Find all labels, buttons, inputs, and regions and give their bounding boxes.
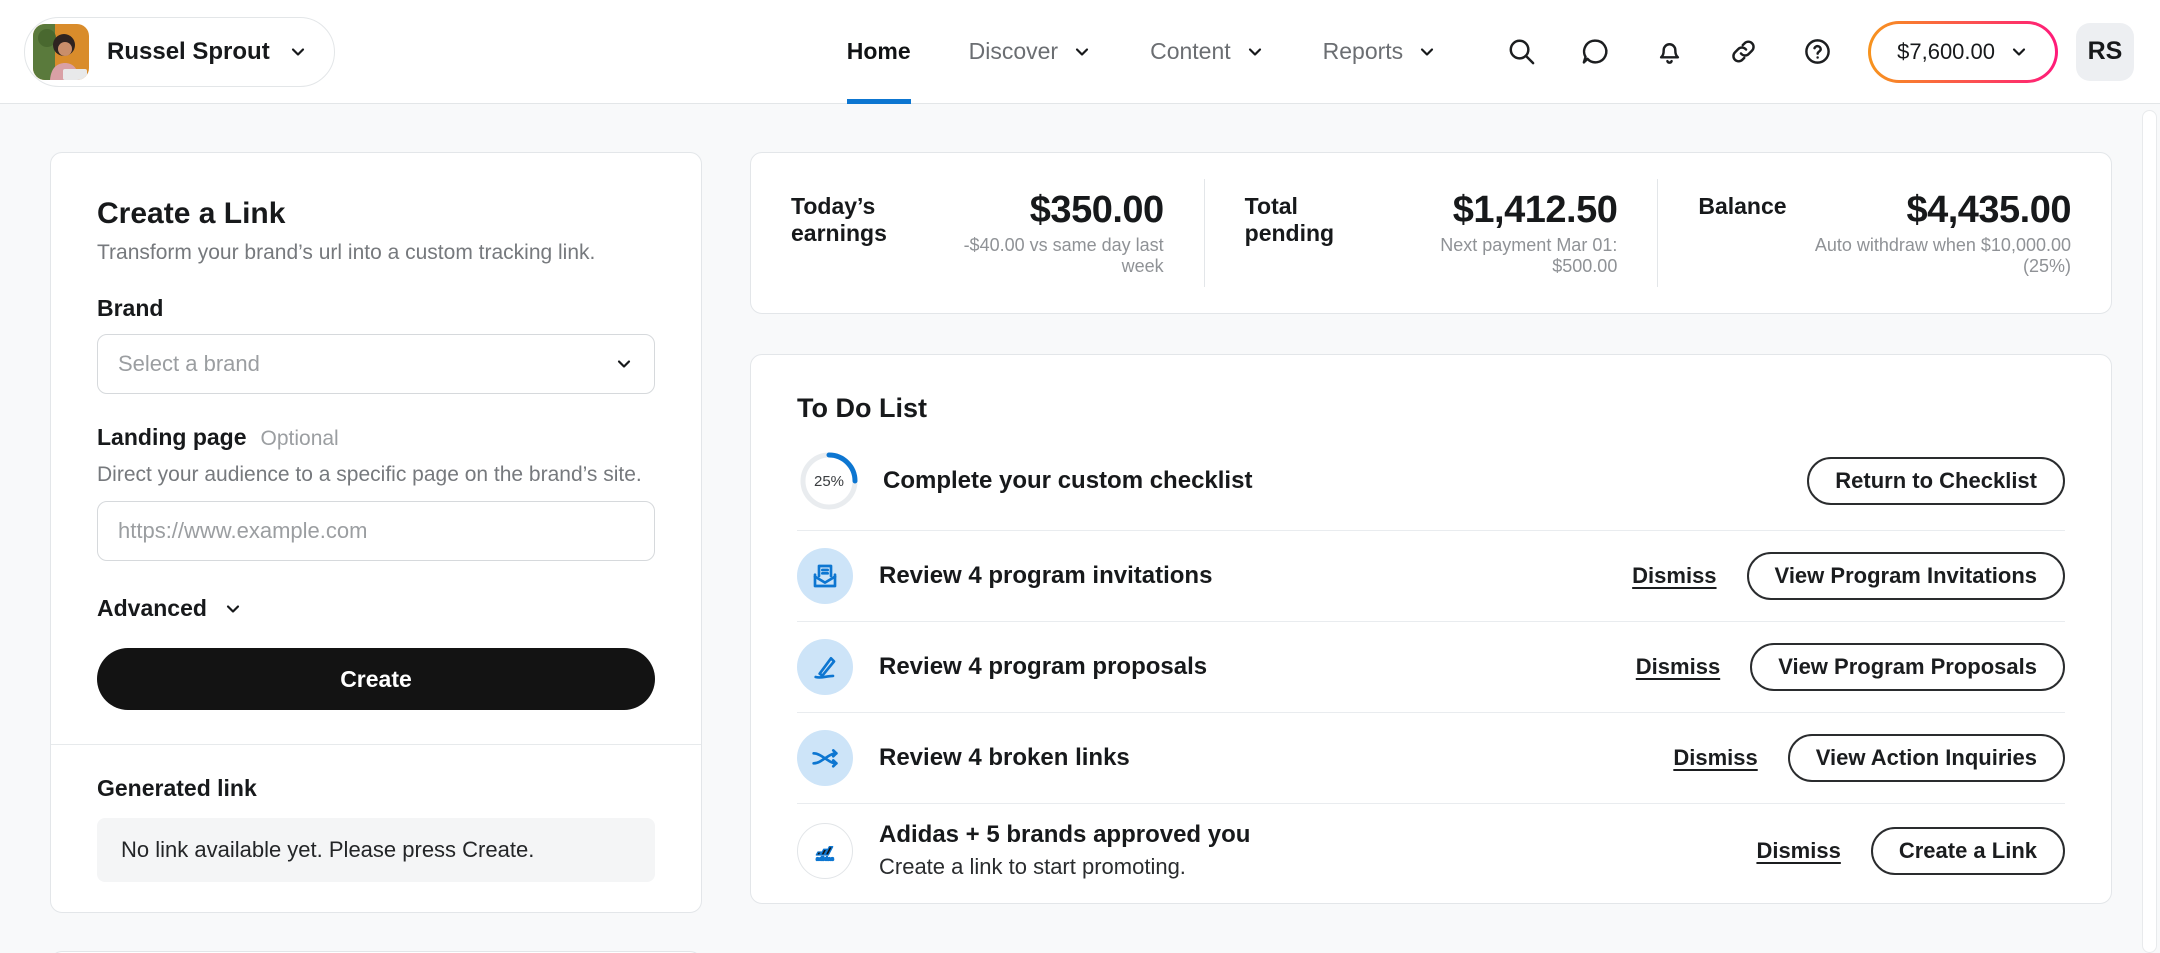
primary-nav: Home Discover Content Reports xyxy=(847,0,1437,104)
top-navigation-bar: Russel Sprout Home Discover Content Repo… xyxy=(0,0,2160,104)
view-action-inquiries-button[interactable]: View Action Inquiries xyxy=(1788,734,2065,782)
todo-row-checklist: 25% Complete your custom checklist Retur… xyxy=(797,432,2065,531)
view-program-invitations-button[interactable]: View Program Invitations xyxy=(1747,552,2065,600)
header-icon-group xyxy=(1504,35,1834,69)
program-invitation-icon xyxy=(797,548,853,604)
nav-tab-content[interactable]: Content xyxy=(1150,0,1265,104)
help-icon[interactable] xyxy=(1800,35,1834,69)
links-icon[interactable] xyxy=(1726,35,1760,69)
todo-row-broken-links: Review 4 broken links Dismiss View Actio… xyxy=(797,713,2065,804)
landing-page-label: Landing page Optional xyxy=(97,424,655,451)
todo-item-title: Adidas + 5 brands approved you xyxy=(879,821,1250,849)
create-button[interactable]: Create xyxy=(97,648,655,710)
nav-tab-reports[interactable]: Reports xyxy=(1323,0,1438,104)
chevron-down-icon xyxy=(614,354,634,374)
create-link-title: Create a Link xyxy=(97,197,655,231)
generated-link-title: Generated link xyxy=(97,775,655,802)
messages-icon[interactable] xyxy=(1578,35,1612,69)
stat-todays-earnings: Today’s earnings $350.00 -$40.00 vs same… xyxy=(751,179,1204,287)
todo-list-title: To Do List xyxy=(797,393,2065,424)
adidas-logo: adidas xyxy=(797,823,853,879)
stat-value: $350.00 xyxy=(951,189,1163,232)
account-name: Russel Sprout xyxy=(107,38,270,66)
optional-tag: Optional xyxy=(261,427,339,451)
page-scrollbar[interactable] xyxy=(2142,110,2157,953)
notifications-icon[interactable] xyxy=(1652,35,1686,69)
todo-row-invitations: Review 4 program invitations Dismiss Vie… xyxy=(797,531,2065,622)
user-initials-avatar[interactable]: RS xyxy=(2076,23,2134,81)
generated-link-empty-state: No link available yet. Please press Crea… xyxy=(97,818,655,882)
create-link-card: Create a Link Transform your brand’s url… xyxy=(50,152,702,913)
stat-label: Today’s earnings xyxy=(791,189,951,247)
checklist-progress-ring: 25% xyxy=(797,449,861,513)
create-link-subtitle: Transform your brand’s url into a custom… xyxy=(97,241,655,265)
generated-link-section: Generated link No link available yet. Pl… xyxy=(97,745,655,882)
svg-text:adidas: adidas xyxy=(816,856,834,862)
chevron-down-icon xyxy=(288,42,308,62)
todo-item-title: Review 4 program invitations xyxy=(879,562,1212,590)
chevron-down-icon xyxy=(2009,42,2029,62)
todo-row-proposals: Review 4 program proposals Dismiss View … xyxy=(797,622,2065,713)
return-to-checklist-button[interactable]: Return to Checklist xyxy=(1807,457,2065,505)
main-content: Create a Link Transform your brand’s url… xyxy=(0,104,2160,953)
balance-amount: $7,600.00 xyxy=(1897,39,1995,65)
chevron-down-icon xyxy=(223,599,243,619)
account-switcher[interactable]: Russel Sprout xyxy=(24,17,335,87)
search-icon[interactable] xyxy=(1504,35,1538,69)
todo-row-brand-approval: adidas Adidas + 5 brands approved you Cr… xyxy=(797,804,2065,897)
chevron-down-icon xyxy=(1417,42,1437,62)
account-avatar xyxy=(33,24,89,80)
create-a-link-button[interactable]: Create a Link xyxy=(1871,827,2065,875)
earnings-summary-card: Today’s earnings $350.00 -$40.00 vs same… xyxy=(750,152,2112,314)
nav-tab-discover[interactable]: Discover xyxy=(969,0,1092,104)
view-program-proposals-button[interactable]: View Program Proposals xyxy=(1750,643,2065,691)
dismiss-link[interactable]: Dismiss xyxy=(1673,745,1757,771)
stat-caption: Next payment Mar 01: $500.00 xyxy=(1385,235,1617,277)
stat-balance: Balance $4,435.00 Auto withdraw when $10… xyxy=(1657,179,2111,287)
landing-page-help: Direct your audience to a specific page … xyxy=(97,463,655,487)
landing-page-url-input[interactable] xyxy=(97,501,655,561)
left-column: Create a Link Transform your brand’s url… xyxy=(50,152,702,953)
advanced-toggle[interactable]: Advanced xyxy=(97,595,243,622)
dismiss-link[interactable]: Dismiss xyxy=(1756,838,1840,864)
todo-item-title: Complete your custom checklist xyxy=(883,467,1252,495)
chevron-down-icon xyxy=(1072,42,1092,62)
brand-select[interactable]: Select a brand xyxy=(97,334,655,394)
todo-list-card: To Do List 25% Complete your custom chec… xyxy=(750,354,2112,904)
stat-caption: Auto withdraw when $10,000.00 (25%) xyxy=(1787,235,2071,277)
dismiss-link[interactable]: Dismiss xyxy=(1636,654,1720,680)
broken-link-icon xyxy=(797,730,853,786)
brand-select-placeholder: Select a brand xyxy=(118,351,260,377)
chevron-down-icon xyxy=(1245,42,1265,62)
program-proposal-icon xyxy=(797,639,853,695)
todo-item-title: Review 4 program proposals xyxy=(879,653,1207,681)
stat-value: $1,412.50 xyxy=(1385,189,1617,232)
dismiss-link[interactable]: Dismiss xyxy=(1632,563,1716,589)
landing-page-block: Landing page Optional Direct your audien… xyxy=(97,424,655,561)
brand-field-label: Brand xyxy=(97,295,655,322)
right-column: Today’s earnings $350.00 -$40.00 vs same… xyxy=(750,152,2112,953)
nav-tab-home[interactable]: Home xyxy=(847,0,911,104)
todo-item-subtitle: Create a link to start promoting. xyxy=(879,854,1250,880)
active-tab-indicator xyxy=(847,99,911,104)
stat-caption: -$40.00 vs same day last week xyxy=(951,235,1163,277)
progress-percent-label: 25% xyxy=(797,449,861,513)
stat-total-pending: Total pending $1,412.50 Next payment Mar… xyxy=(1204,179,1658,287)
stat-label: Balance xyxy=(1698,189,1786,220)
stat-label: Total pending xyxy=(1245,189,1385,247)
todo-item-title: Review 4 broken links xyxy=(879,744,1130,772)
stat-value: $4,435.00 xyxy=(1787,189,2071,232)
account-balance-button[interactable]: $7,600.00 xyxy=(1868,21,2058,83)
